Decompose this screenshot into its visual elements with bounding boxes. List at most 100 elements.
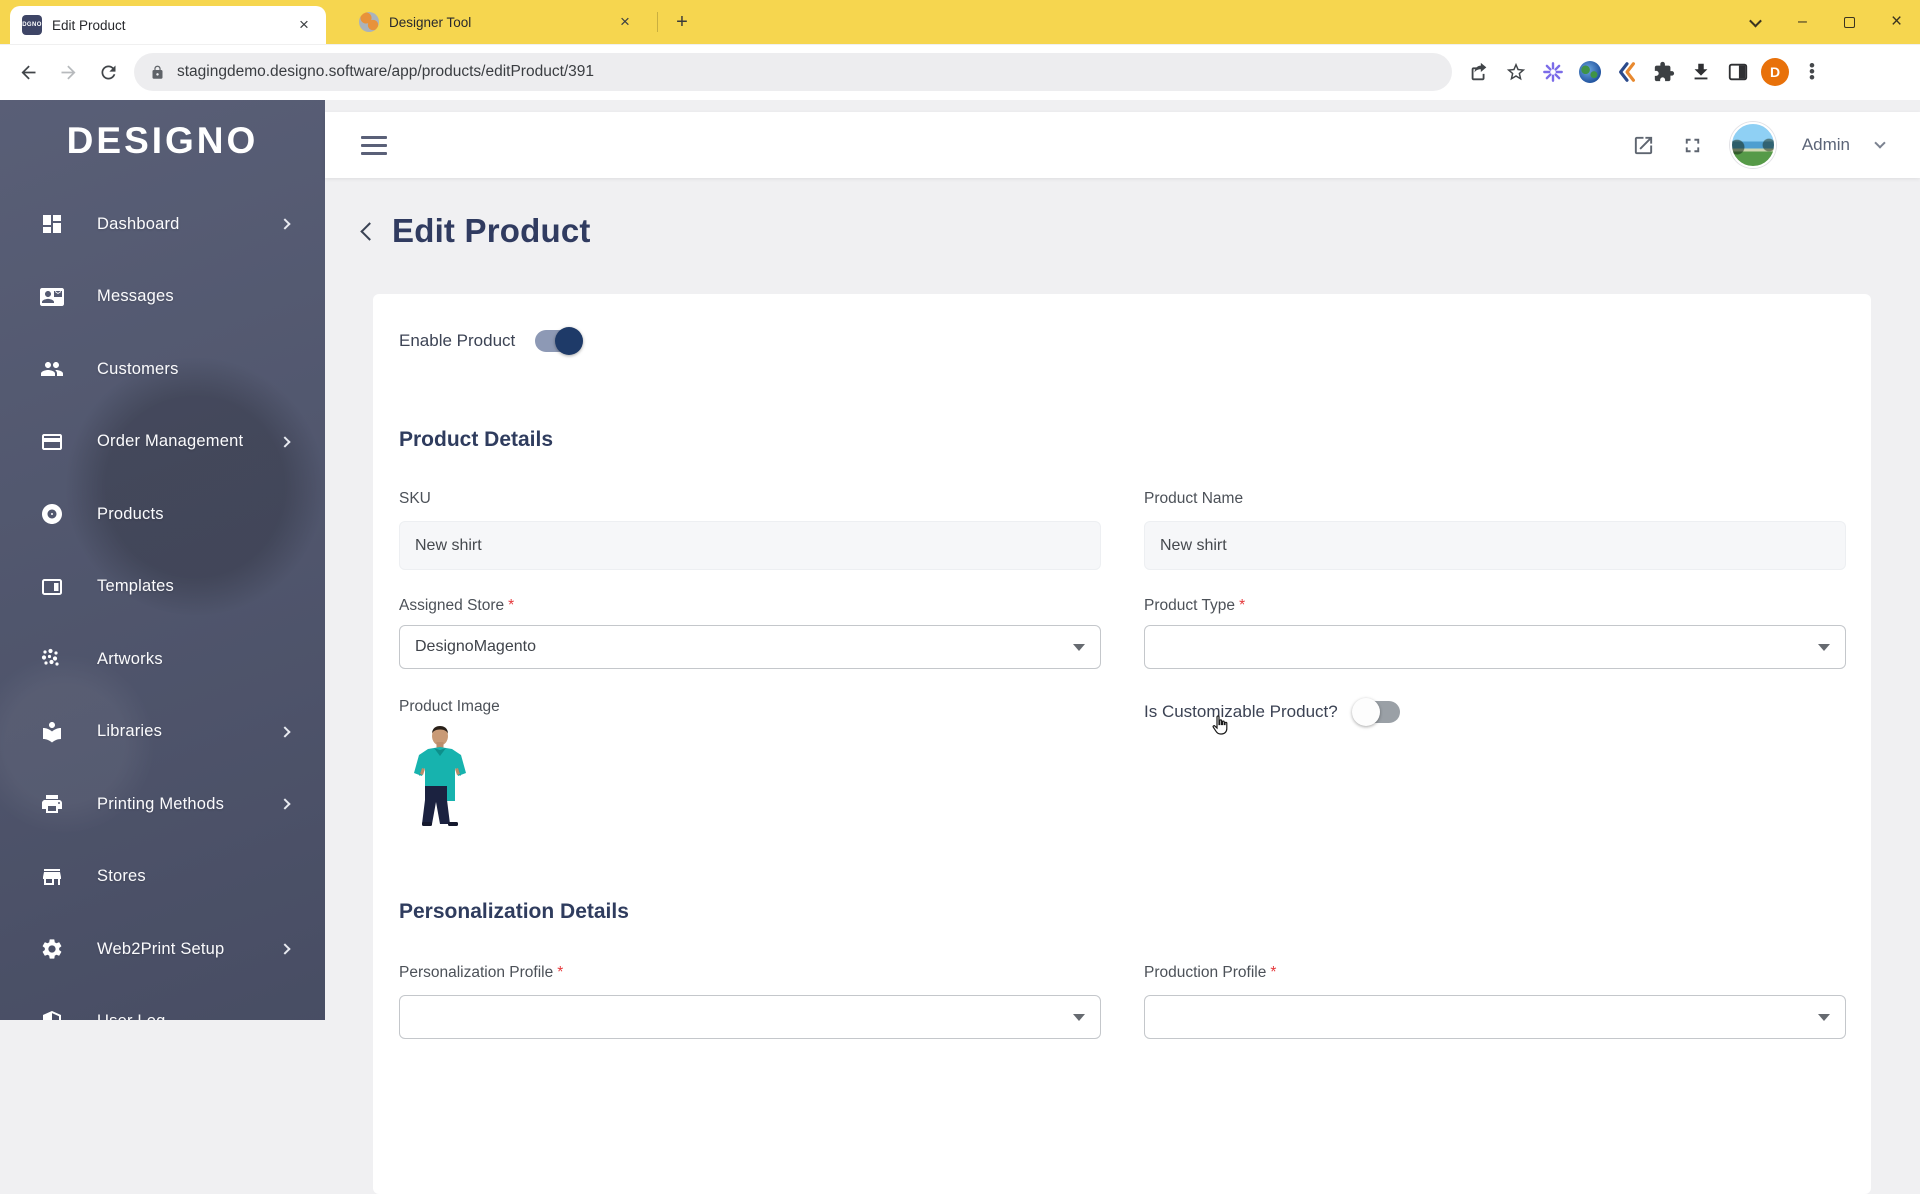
window-close-button[interactable]: × (1873, 0, 1920, 44)
share-icon[interactable] (1462, 55, 1496, 89)
dashboard-icon (40, 212, 64, 236)
menu-hamburger-icon[interactable] (361, 125, 401, 165)
designo-logo: DESIGNO (66, 120, 259, 161)
sidebar-item-label: Web2Print Setup (97, 939, 225, 958)
sidebar-item-printing-methods[interactable]: Printing Methods (0, 768, 325, 841)
refresh-icon[interactable] (88, 52, 128, 92)
products-icon (40, 502, 64, 526)
earth-extension-icon[interactable] (1573, 55, 1607, 89)
chevron-right-icon (279, 218, 291, 230)
tab-close-icon[interactable]: × (615, 12, 635, 32)
sidebar-item-products[interactable]: Products (0, 478, 325, 551)
personalization-heading: Personalization Details (399, 900, 629, 923)
sidebar-item-artworks[interactable]: Artworks (0, 623, 325, 696)
extension-burst-icon[interactable] (1536, 55, 1570, 89)
download-icon[interactable] (1684, 55, 1718, 89)
fullscreen-icon[interactable] (1681, 134, 1704, 157)
customizable-label: Is Customizable Product? (1144, 702, 1338, 721)
url-bar[interactable]: stagingdemo.designo.software/app/product… (134, 53, 1452, 91)
tab-designer-tool[interactable]: Designer Tool × (347, 0, 647, 44)
side-panel-icon[interactable] (1721, 55, 1755, 89)
browser-tab-strip: DGNO Edit Product × Designer Tool × + – … (0, 0, 1920, 44)
admin-user-label[interactable]: Admin (1802, 135, 1850, 155)
stores-icon (40, 865, 64, 889)
assigned-store-label: Assigned Store * (399, 597, 515, 614)
order-management-icon (40, 430, 64, 454)
bookmark-star-icon[interactable] (1499, 55, 1533, 89)
globe-favicon (359, 12, 379, 32)
sidebar-item-user-log[interactable]: User Log (0, 986, 325, 1020)
select-caret-icon (1818, 1013, 1830, 1021)
sidebar-item-messages[interactable]: Messages (0, 261, 325, 334)
personalization-profile-label: Personalization Profile * (399, 964, 564, 981)
sidebar-item-label: Order Management (97, 432, 244, 451)
product-type-label: Product Type * (1144, 597, 1246, 614)
tab-divider (657, 12, 658, 32)
admin-chevron-down-icon[interactable] (1874, 137, 1886, 149)
browser-profile-avatar[interactable]: D (1758, 55, 1792, 89)
chevron-right-icon (279, 726, 291, 738)
select-caret-icon (1073, 643, 1085, 651)
back-chevron-icon[interactable] (360, 221, 379, 241)
tab-search-chevron-icon[interactable] (1732, 0, 1779, 44)
sidebar-item-stores[interactable]: Stores (0, 841, 325, 914)
chevron-right-icon (279, 798, 291, 810)
designo-favicon: DGNO (22, 15, 42, 35)
sidebar-item-label: Printing Methods (97, 794, 225, 813)
window-controls: – × (1732, 0, 1920, 44)
product-name-input[interactable] (1144, 521, 1846, 570)
extensions-puzzle-icon[interactable] (1647, 55, 1681, 89)
sidebar-item-label: Artworks (97, 649, 163, 668)
user-log-icon (40, 1010, 64, 1020)
toolbar-actions: D • • • (1462, 55, 1829, 89)
sidebar-item-label: Dashboard (97, 214, 180, 233)
browser-toolbar: stagingdemo.designo.software/app/product… (0, 44, 1920, 100)
new-tab-button[interactable]: + (668, 8, 696, 36)
forward-icon[interactable] (48, 52, 88, 92)
sku-input[interactable] (399, 521, 1101, 570)
product-image-label: Product Image (399, 698, 500, 715)
product-image-thumbnail[interactable] (411, 726, 469, 826)
sidebar-item-label: Libraries (97, 722, 163, 741)
sidebar-item-order-management[interactable]: Order Management (0, 406, 325, 479)
production-profile-label: Production Profile * (1144, 964, 1277, 981)
window-minimize-button[interactable]: – (1779, 0, 1826, 44)
sidebar-nav: Dashboard Messages Customers Order Manageme… (0, 188, 325, 1020)
personalization-profile-select[interactable] (399, 995, 1101, 1039)
chevron-right-icon (279, 436, 291, 448)
tab-title: Designer Tool (389, 14, 472, 30)
customers-icon (40, 357, 64, 381)
select-caret-icon (1073, 1013, 1085, 1021)
assigned-store-select[interactable]: DesignoMagento (399, 625, 1101, 669)
printing-methods-icon (40, 792, 64, 816)
url-text: stagingdemo.designo.software/app/product… (177, 63, 595, 80)
sidebar-item-web2print-setup[interactable]: Web2Print Setup (0, 913, 325, 986)
window-maximize-button[interactable] (1826, 0, 1873, 44)
messages-icon (40, 285, 64, 309)
chevron-right-icon (279, 943, 291, 955)
sidebar-item-templates[interactable]: Templates (0, 551, 325, 624)
tab-edit-product[interactable]: DGNO Edit Product × (10, 6, 326, 44)
enable-product-toggle[interactable] (535, 327, 584, 355)
product-type-select[interactable] (1144, 625, 1846, 669)
back-icon[interactable] (8, 52, 48, 92)
artworks-icon (40, 647, 64, 671)
sidebar-item-label: User Log (97, 1012, 166, 1020)
sidebar-item-customers[interactable]: Customers (0, 333, 325, 406)
main-content: Admin Edit Product Enable Product Produc… (325, 100, 1920, 1194)
tab-title: Edit Product (52, 17, 126, 33)
web2print-icon (40, 937, 64, 961)
chevrons-extension-icon[interactable] (1610, 55, 1644, 89)
production-profile-select[interactable] (1144, 995, 1846, 1039)
sidebar-item-libraries[interactable]: Libraries (0, 696, 325, 769)
tab-close-icon[interactable]: × (294, 15, 314, 35)
customizable-toggle[interactable] (1351, 698, 1400, 726)
browser-menu-icon[interactable]: • • • (1795, 55, 1829, 89)
open-in-new-icon[interactable] (1632, 134, 1655, 157)
sidebar-item-dashboard[interactable]: Dashboard (0, 188, 325, 261)
edit-product-card: Enable Product Product Details SKU Produ… (373, 294, 1871, 1194)
sidebar-item-label: Messages (97, 287, 174, 306)
sidebar-item-label: Customers (97, 359, 179, 378)
admin-avatar[interactable] (1729, 122, 1776, 168)
sidebar-item-label: Stores (97, 867, 146, 886)
